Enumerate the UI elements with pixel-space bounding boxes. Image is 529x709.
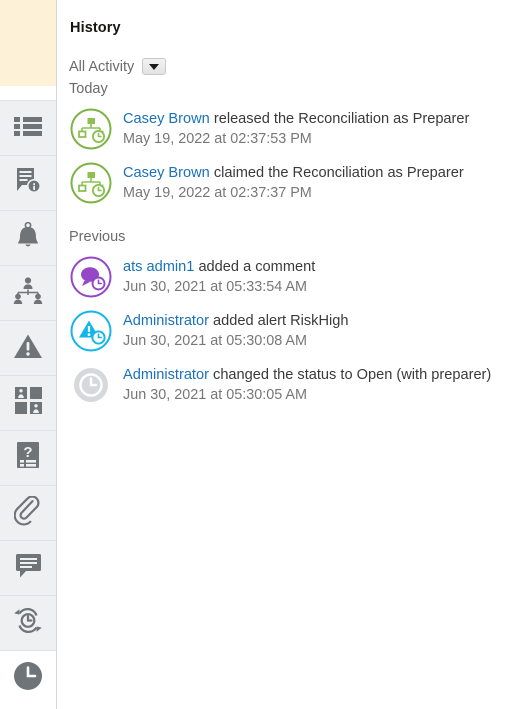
workflow-release-icon [69, 107, 113, 151]
question-document-icon: ? [16, 442, 40, 474]
history-entry[interactable]: ats admin1 added a comment Jun 30, 2021 … [69, 255, 529, 299]
clock-icon [13, 661, 43, 696]
sidebar-item-viewers[interactable] [0, 376, 56, 431]
history-entry-timestamp: Jun 30, 2021 at 05:30:08 AM [123, 332, 308, 349]
status-change-clock-icon [69, 363, 113, 407]
sidebar-item-history[interactable] [0, 651, 56, 706]
group-header-previous: Previous [69, 229, 126, 245]
workflow-claim-icon [69, 161, 113, 205]
paperclip-icon [13, 494, 42, 531]
history-entry-action: claimed the Reconciliation as Preparer [209, 165, 464, 181]
history-entry-line: Administrator changed the status to Open… [123, 366, 491, 385]
history-entry-body: Casey Brown claimed the Reconciliation a… [123, 161, 464, 203]
history-entry-actor[interactable]: Administrator [123, 367, 209, 383]
history-entry-actor[interactable]: Administrator [123, 313, 209, 329]
group-header-today: Today [69, 81, 108, 97]
sidebar-item-workflow-users[interactable] [0, 266, 56, 321]
history-panel: History All Activity Today Casey Brown r… [57, 0, 529, 709]
comment-added-icon [69, 255, 113, 299]
sidebar-item-properties-list[interactable] [0, 100, 56, 156]
history-entry-action: changed the status to Open (with prepare… [208, 367, 492, 383]
history-entry-action: added a comment [194, 259, 316, 275]
history-entry-actor[interactable]: Casey Brown [123, 111, 210, 127]
history-entry-list-today: Casey Brown released the Reconciliation … [57, 107, 529, 205]
history-entry-timestamp: May 19, 2022 at 02:37:37 PM [123, 184, 312, 201]
history-entry[interactable]: Administrator added alert RiskHigh Jun 3… [69, 309, 529, 353]
history-entry-line: Casey Brown released the Reconciliation … [123, 110, 469, 129]
history-entry-body: Administrator added alert RiskHigh Jun 3… [123, 309, 349, 351]
history-entry-actor[interactable]: ats admin1 [123, 259, 194, 275]
people-grid-icon [14, 387, 42, 419]
org-chart-icon [13, 277, 43, 309]
history-entry-timestamp: May 19, 2022 at 02:37:53 PM [123, 130, 312, 147]
sidebar-item-alerts[interactable] [0, 211, 56, 266]
history-entry-action: added alert RiskHigh [208, 313, 349, 329]
history-entry-body: Administrator changed the status to Open… [123, 363, 491, 405]
svg-text:?: ? [23, 444, 32, 461]
history-entry-action: released the Reconciliation as Preparer [209, 111, 470, 127]
left-icon-rail: ? [0, 0, 57, 709]
rail-top-highlight-panel [0, 0, 56, 86]
activity-filter-dropdown-button[interactable] [142, 58, 167, 75]
sidebar-item-instructions[interactable] [0, 156, 56, 211]
history-entry-line: Administrator added alert RiskHigh [123, 312, 349, 331]
history-group-today: Today Casey Brown released the Reconcili… [57, 81, 529, 205]
document-info-icon [15, 167, 42, 199]
activity-filter-row: All Activity [69, 58, 529, 75]
history-entry[interactable]: Casey Brown released the Reconciliation … [69, 107, 529, 151]
rail-spacer [0, 86, 56, 100]
speech-bubble-icon [15, 553, 42, 583]
history-entry[interactable]: Administrator changed the status to Open… [69, 363, 529, 407]
alert-added-icon [69, 309, 113, 353]
history-entry-list-previous: ats admin1 added a comment Jun 30, 2021 … [57, 255, 529, 407]
sidebar-item-comments[interactable] [0, 541, 56, 596]
history-entry-body: ats admin1 added a comment Jun 30, 2021 … [123, 255, 315, 297]
history-entry-timestamp: Jun 30, 2021 at 05:33:54 AM [123, 278, 308, 295]
history-entry-timestamp: Jun 30, 2021 at 05:30:05 AM [123, 386, 308, 403]
bell-icon [15, 221, 41, 255]
sidebar-item-warnings[interactable] [0, 321, 56, 376]
sidebar-item-questions[interactable]: ? [0, 431, 56, 486]
history-entry-line: Casey Brown claimed the Reconciliation a… [123, 164, 464, 183]
history-entry[interactable]: Casey Brown claimed the Reconciliation a… [69, 161, 529, 205]
caret-down-icon [149, 63, 160, 70]
history-entry-body: Casey Brown released the Reconciliation … [123, 107, 469, 149]
sidebar-item-reassign[interactable] [0, 596, 56, 651]
history-entry-line: ats admin1 added a comment [123, 258, 315, 277]
activity-filter-label: All Activity [69, 58, 135, 75]
page-title: History [70, 20, 121, 36]
warning-triangle-icon [13, 333, 43, 364]
refresh-clock-icon [13, 607, 43, 639]
history-group-previous: Previous ats admin1 added a comment Jun … [57, 229, 529, 407]
sidebar-item-attachments[interactable] [0, 486, 56, 541]
history-entry-actor[interactable]: Casey Brown [123, 165, 210, 181]
list-icon [14, 114, 42, 143]
